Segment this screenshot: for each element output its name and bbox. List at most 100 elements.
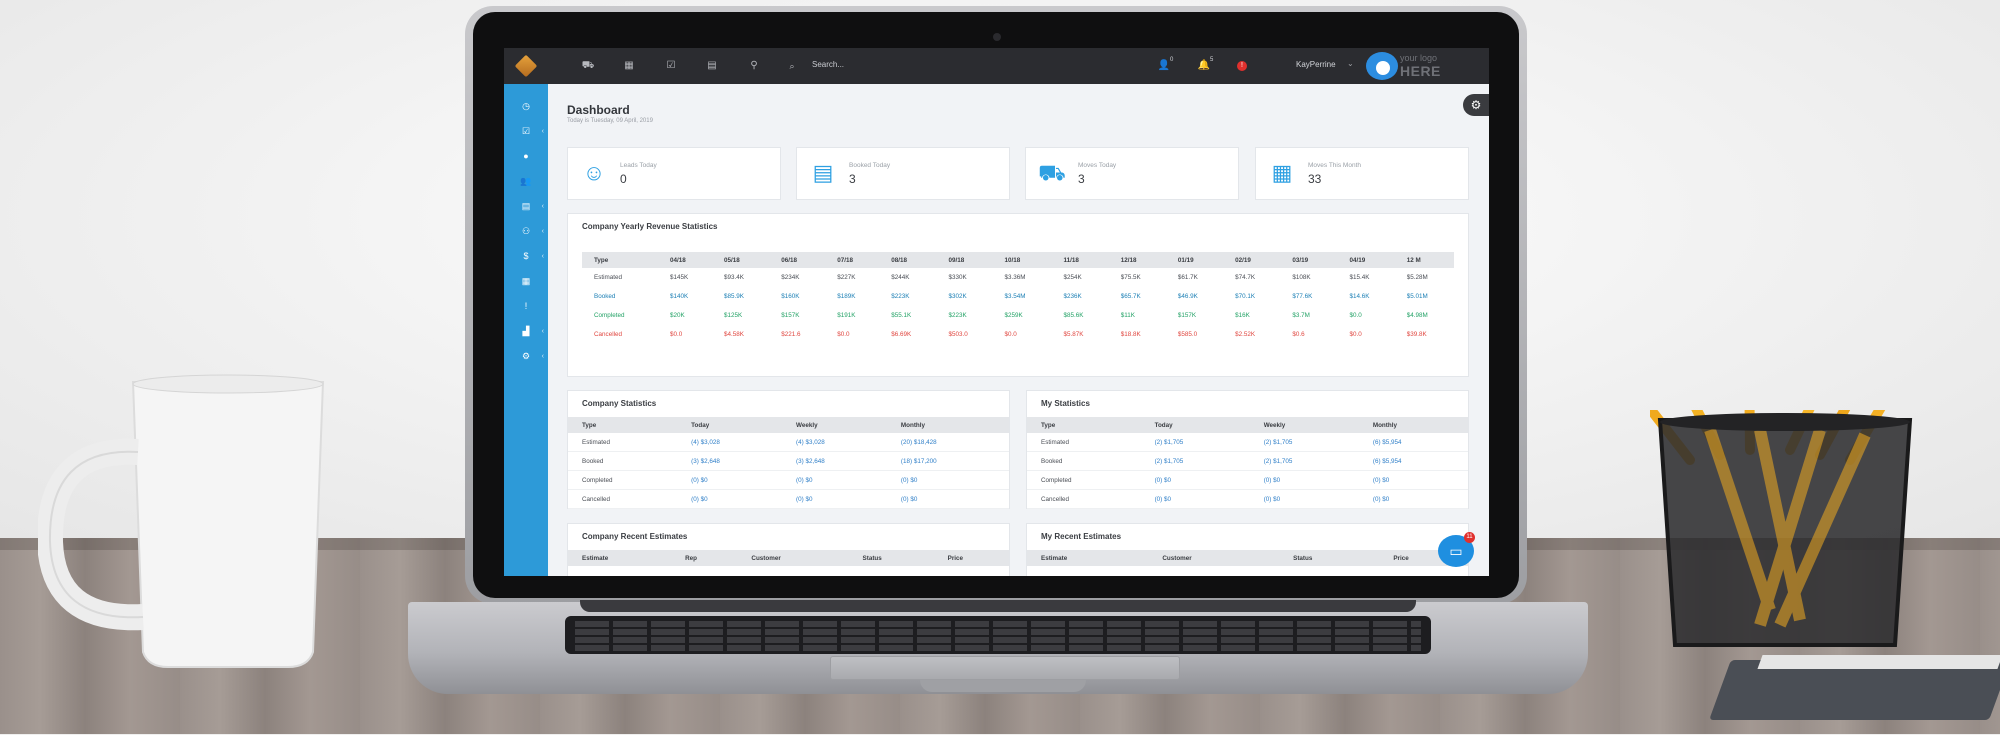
stat-link[interactable]: (0) $0	[782, 470, 887, 490]
stat-value: 33	[1308, 172, 1322, 186]
table-cell: $234K	[781, 274, 800, 281]
table-cell: $0.0	[1004, 331, 1017, 338]
stat-link[interactable]: (2) $1,705	[1249, 433, 1359, 452]
my-stats-title: My Statistics	[1041, 399, 1090, 408]
alert-badge[interactable]: !	[1237, 61, 1247, 71]
sidebar-item-buildings[interactable]: ▦	[504, 272, 548, 290]
add-user-icon[interactable]: ⚲	[746, 59, 762, 73]
column-header: Monthly	[1358, 417, 1468, 433]
stat-link[interactable]: (0) $0	[1140, 489, 1250, 509]
stat-link[interactable]: (18) $17,200	[886, 451, 1009, 471]
stat-link[interactable]: (6) $5,954	[1358, 433, 1468, 452]
table-cell: $77.6K	[1292, 293, 1313, 300]
stat-link[interactable]: (2) $1,705	[1140, 451, 1250, 471]
newspaper-icon[interactable]: ▤	[704, 59, 720, 73]
laptop-hinge	[580, 600, 1416, 612]
search-input[interactable]: Search...	[812, 60, 844, 69]
table-header-row: Estimate Rep Customer Status Price	[568, 550, 1009, 566]
sidebar-item-reports[interactable]: ▟ ‹	[504, 322, 548, 340]
column-header: 01/19	[1165, 252, 1224, 268]
table-cell: $14.6K	[1349, 293, 1370, 300]
table-header-row: Estimate Customer Status Price	[1027, 550, 1468, 566]
table-row: Cancelled $0.0 $4.58K $221.6 $0.0 $6.69K $503.…	[582, 325, 1454, 344]
row-type: Booked	[1027, 451, 1141, 471]
settings-gear-button[interactable]: ⚙	[1463, 94, 1489, 116]
stat-card-moves-today[interactable]: ⛟ Moves Today 3	[1025, 147, 1239, 200]
page-title: Dashboard	[567, 103, 630, 117]
company-stats-panel: Company Statistics Type Today Weekly Monthl…	[567, 390, 1010, 509]
table-row: Booked (3) $2,648 (3) $2,648 (18) $17,200	[568, 451, 1009, 471]
column-header: Today	[1140, 417, 1250, 433]
brand-logo-line2: HERE	[1400, 63, 1441, 79]
app-logo[interactable]	[504, 48, 548, 84]
sidebar-item-calendar[interactable]: ▤ ‹	[504, 197, 548, 215]
stat-link[interactable]: (2) $1,705	[1140, 433, 1250, 452]
checklist-icon[interactable]: ☑	[663, 59, 679, 73]
stat-card-leads[interactable]: ☺ Leads Today 0	[567, 147, 781, 200]
stat-link[interactable]: (20) $18,428	[886, 433, 1009, 452]
company-stats-table: Type Today Weekly Monthly Estimated (4) $3,0…	[568, 417, 1009, 509]
stat-link[interactable]: (3) $2,648	[677, 451, 783, 471]
stat-link[interactable]: (0) $0	[1249, 489, 1359, 509]
coffee-mug-image	[38, 374, 325, 668]
trackpad	[830, 656, 1180, 680]
sidebar-item-tasks[interactable]: ☑ ‹	[504, 122, 548, 140]
stat-link[interactable]: (0) $0	[677, 489, 783, 509]
sidebar-item-crew[interactable]: ⚇ ‹	[504, 222, 548, 240]
column-header: 12 M	[1394, 252, 1454, 268]
stat-link[interactable]: (0) $0	[1358, 489, 1468, 509]
stat-link[interactable]: (0) $0	[782, 489, 887, 509]
table-cell: $5.28M	[1406, 274, 1428, 281]
checklist-icon: ☑	[521, 125, 531, 136]
chevron-left-icon: ‹	[541, 227, 544, 235]
sidebar-item-users[interactable]: 👥	[504, 172, 548, 190]
sidebar-item-alerts[interactable]: !	[504, 297, 548, 315]
stat-link[interactable]: (0) $0	[886, 470, 1009, 490]
stat-link[interactable]: (4) $3,028	[677, 433, 783, 452]
stat-link[interactable]: (0) $0	[886, 489, 1009, 509]
keyboard-row	[575, 645, 1421, 651]
stat-link[interactable]: (6) $5,954	[1358, 451, 1468, 471]
calendar-icon[interactable]: ▦	[621, 59, 637, 73]
stat-link[interactable]: (0) $0	[1358, 470, 1468, 490]
column-header: Weekly	[782, 417, 887, 433]
table-row: Cancelled (0) $0 (0) $0 (0) $0	[1027, 489, 1468, 509]
table-cell: $259K	[1004, 312, 1023, 319]
sidebar-item-settings[interactable]: ⚙ ‹	[504, 347, 548, 365]
stat-link[interactable]: (0) $0	[677, 470, 783, 490]
column-header: 11/18	[1051, 252, 1109, 268]
stat-link[interactable]: (3) $2,648	[782, 451, 887, 471]
table-cell: $5.01M	[1406, 293, 1428, 300]
table-cell: $6.69K	[891, 331, 912, 338]
table-cell: $3.54M	[1004, 293, 1026, 300]
stat-card-moves-month[interactable]: ▦ Moves This Month 33	[1255, 147, 1469, 200]
table-header-row: Type Today Weekly Monthly	[568, 417, 1009, 433]
calendar-icon: ▤	[521, 200, 531, 211]
table-cell: $503.0	[948, 331, 968, 338]
notifications-count: 5	[1210, 57, 1214, 63]
table-cell: $0.0	[837, 331, 850, 338]
stat-card-booked[interactable]: ▤ Booked Today 3	[796, 147, 1010, 200]
sidebar-item-profile[interactable]: ●	[504, 147, 548, 165]
stat-link[interactable]: (2) $1,705	[1249, 451, 1359, 471]
sidebar-item-dashboard[interactable]: ◷	[504, 97, 548, 115]
column-header: Weekly	[1249, 417, 1359, 433]
truck-icon[interactable]: ⛟	[580, 59, 596, 73]
stat-link[interactable]: (0) $0	[1140, 470, 1250, 490]
table-header-row: Type 04/18 05/18 06/18 07/18 08/18 09/18 10/18 1…	[582, 252, 1454, 268]
table-row: Completed (0) $0 (0) $0 (0) $0	[1027, 470, 1468, 490]
user-menu[interactable]: KayPerrine	[1296, 60, 1336, 69]
row-type: Completed	[1027, 470, 1141, 490]
table-row: Cancelled (0) $0 (0) $0 (0) $0	[568, 489, 1009, 509]
stat-link[interactable]: (4) $3,028	[782, 433, 887, 452]
table-cell: $125K	[724, 312, 743, 319]
table-cell: $223K	[948, 312, 967, 319]
sidebar-item-billing[interactable]: $ ‹	[504, 247, 548, 265]
row-type: Cancelled	[568, 489, 678, 509]
row-type: Estimated	[1027, 433, 1141, 452]
chevron-down-icon[interactable]: ⌄	[1347, 59, 1354, 68]
leads-icon: ☺	[582, 160, 606, 185]
page-subtitle: Today is Tuesday, 09 April, 2019	[567, 118, 653, 124]
stat-link[interactable]: (0) $0	[1249, 470, 1359, 490]
table-row: Estimated (4) $3,028 (4) $3,028 (20) $18,42…	[568, 433, 1009, 452]
